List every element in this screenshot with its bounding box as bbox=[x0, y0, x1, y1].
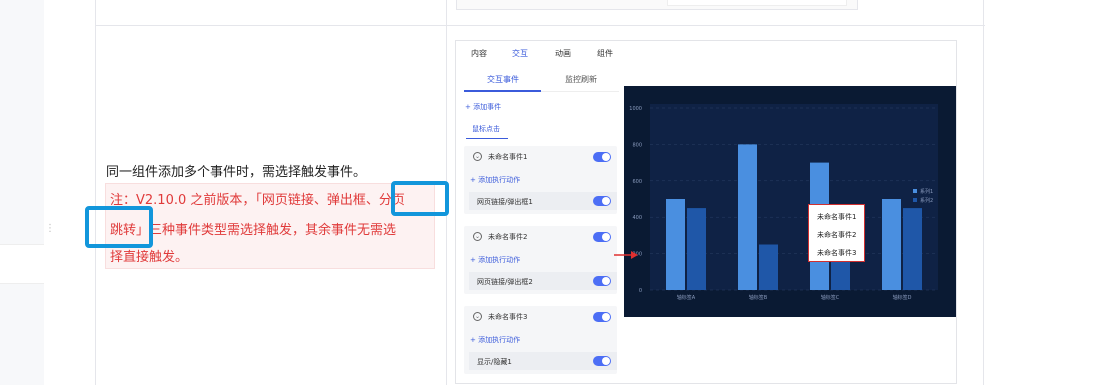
bar bbox=[882, 199, 901, 290]
subtab-monitor-refresh[interactable]: 监控刷新 bbox=[565, 74, 597, 85]
action-row[interactable]: 网页链接/弹出框1 bbox=[469, 192, 617, 210]
add-action-button[interactable]: + 添加执行动作 bbox=[470, 255, 520, 265]
x-tick-label: 轴标签C bbox=[821, 294, 840, 301]
legend-swatch bbox=[913, 189, 917, 193]
y-tick-label: 0 bbox=[639, 288, 642, 294]
event-header[interactable]: ⌄ 未命名事件2 bbox=[464, 226, 617, 248]
trigger-underline bbox=[466, 138, 508, 139]
event-name: 未命名事件2 bbox=[488, 233, 528, 241]
highlight-box-jump bbox=[85, 206, 153, 248]
y-tick-label: 800 bbox=[632, 142, 642, 148]
previous-row-image bbox=[456, 0, 858, 10]
action-toggle[interactable] bbox=[593, 356, 611, 366]
event-toggle[interactable] bbox=[593, 152, 611, 162]
tab-content[interactable]: 内容 bbox=[471, 48, 487, 59]
bar bbox=[666, 199, 685, 290]
y-tick-label: 400 bbox=[632, 215, 642, 221]
left-gutter bbox=[0, 0, 44, 385]
event-card-3: ⌄ 未命名事件3 + 添加执行动作 显示/隐藏1 bbox=[464, 306, 617, 374]
event-name: 未命名事件1 bbox=[488, 153, 528, 161]
editor-subtabs: 交互事件 监控刷新 bbox=[464, 66, 619, 92]
bar-chart: 02004006008001000轴标签A轴标签B轴标签C轴标签D系列1系列2 bbox=[629, 104, 938, 301]
legend-label: 系列2 bbox=[920, 197, 933, 204]
x-tick-label: 轴标签A bbox=[677, 294, 696, 301]
bar bbox=[759, 244, 778, 290]
event-toggle[interactable] bbox=[593, 312, 611, 322]
event-card-2: ⌄ 未命名事件2 + 添加执行动作 网页链接/弹出框2 bbox=[464, 226, 617, 294]
description-text: 同一组件添加多个事件时，需选择触发事件。 bbox=[106, 165, 367, 180]
action-row[interactable]: 显示/隐藏1 bbox=[469, 352, 617, 370]
red-arrow-icon bbox=[614, 251, 638, 259]
bar bbox=[903, 208, 922, 290]
table-row-divider bbox=[96, 25, 985, 26]
chart-container: 02004006008001000轴标签A轴标签B轴标签C轴标签D系列1系列2 bbox=[624, 86, 956, 317]
note-line-1: 注：V2.10.0 之前版本，「网页链接、弹出框、分页 bbox=[110, 193, 405, 208]
event-toggle[interactable] bbox=[593, 232, 611, 242]
event-header[interactable]: ⌄ 未命名事件3 bbox=[464, 306, 617, 328]
collapse-icon[interactable]: ⌄ bbox=[473, 152, 482, 161]
tab-components[interactable]: 组件 bbox=[597, 48, 613, 59]
action-toggle[interactable] bbox=[593, 276, 611, 286]
action-label: 显示/隐藏1 bbox=[477, 358, 512, 366]
add-action-button[interactable]: + 添加执行动作 bbox=[470, 175, 520, 185]
legend-label: 系列1 bbox=[920, 188, 933, 195]
x-tick-label: 轴标签D bbox=[893, 294, 912, 301]
y-tick-label: 600 bbox=[632, 179, 642, 185]
left-gutter-item[interactable] bbox=[0, 244, 44, 284]
event-card-1: ⌄ 未命名事件1 + 添加执行动作 网页链接/弹出框1 bbox=[464, 146, 617, 214]
tooltip-item-1[interactable]: 未命名事件1 bbox=[817, 212, 856, 222]
event-tooltip: 未命名事件1 未命名事件2 未命名事件3 bbox=[808, 204, 865, 262]
action-row[interactable]: 网页链接/弹出框2 bbox=[469, 272, 617, 290]
bar bbox=[738, 144, 757, 290]
tab-interaction[interactable]: 交互 bbox=[512, 48, 528, 59]
tab-animation[interactable]: 动画 bbox=[555, 48, 571, 59]
note-line-3: 择直接触发。 bbox=[110, 250, 189, 265]
collapse-icon[interactable]: ⌄ bbox=[473, 312, 482, 321]
trigger-mouse-click[interactable]: 鼠标点击 bbox=[472, 124, 500, 134]
editor-tabs: 内容 交互 动画 组件 bbox=[456, 41, 624, 65]
x-tick-label: 轴标签B bbox=[749, 294, 768, 301]
action-label: 网页链接/弹出框1 bbox=[477, 198, 533, 206]
event-name: 未命名事件3 bbox=[488, 313, 528, 321]
add-event-button[interactable]: + 添加事件 bbox=[465, 102, 501, 112]
collapse-icon[interactable]: ⌄ bbox=[473, 232, 482, 241]
subtab-active-indicator bbox=[464, 90, 541, 92]
subtab-interaction-events[interactable]: 交互事件 bbox=[487, 74, 519, 85]
action-toggle[interactable] bbox=[593, 196, 611, 206]
tooltip-item-3[interactable]: 未命名事件3 bbox=[817, 248, 856, 258]
y-tick-label: 1000 bbox=[629, 106, 642, 112]
highlight-box-pagination bbox=[391, 181, 449, 216]
add-action-button[interactable]: + 添加执行动作 bbox=[470, 335, 520, 345]
event-header[interactable]: ⌄ 未命名事件1 bbox=[464, 146, 617, 168]
legend-swatch bbox=[913, 198, 917, 202]
bar bbox=[687, 208, 706, 290]
drag-handle-icon[interactable]: ⋮ bbox=[45, 224, 55, 241]
tooltip-item-2[interactable]: 未命名事件2 bbox=[817, 230, 856, 240]
action-label: 网页链接/弹出框2 bbox=[477, 278, 533, 286]
